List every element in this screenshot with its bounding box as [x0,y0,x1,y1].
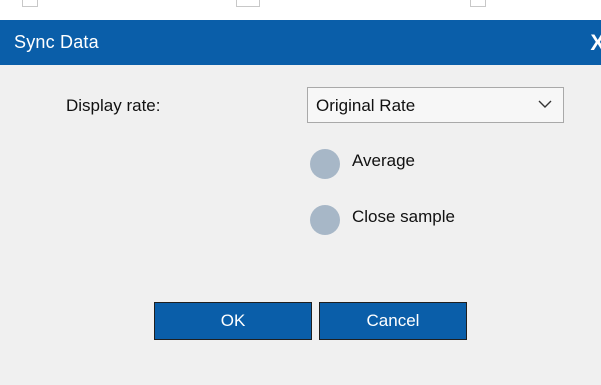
cancel-button[interactable]: Cancel [319,302,467,340]
dialog-body: Display rate: Original Rate Average Clos… [0,65,601,385]
background-remnant [236,0,260,7]
dialog-title: Sync Data [14,32,99,52]
display-rate-value: Original Rate [316,96,416,115]
ok-button[interactable]: OK [154,302,312,340]
dialog-titlebar[interactable]: Sync Data X [0,20,601,65]
radio-label-close-sample: Close sample [352,207,455,226]
screen: Sync Data X Display rate: Original Rate … [0,0,601,385]
background-remnant [470,0,486,7]
background-remnant [22,0,38,7]
display-rate-select[interactable]: Original Rate [307,87,564,123]
radio-button-close-sample[interactable] [310,205,340,235]
display-rate-label: Display rate: [66,96,161,115]
chevron-down-icon [538,100,552,108]
radio-label-average: Average [352,151,416,170]
background-app-strip [0,0,601,20]
close-icon[interactable]: X [590,30,601,56]
radio-button-average[interactable] [310,149,340,179]
